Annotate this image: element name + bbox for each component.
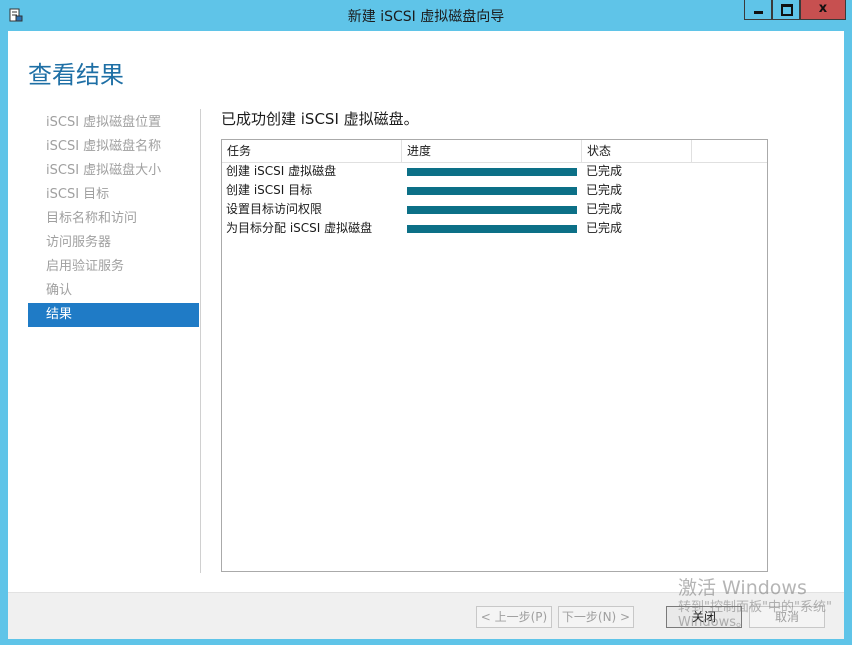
progress-fill [407,225,577,233]
column-header-status[interactable]: 状态 [582,140,692,162]
window-title: 新建 iSCSI 虚拟磁盘向导 [347,9,505,25]
step-target-name-access: 目标名称和访问 [46,211,138,226]
result-heading: 已成功创建 iSCSI 虚拟磁盘。 [221,110,419,128]
progress-bar [407,168,577,176]
task-cell: 创建 iSCSI 虚拟磁盘 [226,164,337,178]
results-table[interactable]: 任务 进度 状态 创建 iSCSI 虚拟磁盘 已完成 创建 iSCSI 目标 已… [221,139,768,572]
status-cell: 已完成 [586,221,623,235]
wizard-steps-nav: iSCSI 虚拟磁盘位置 iSCSI 虚拟磁盘名称 iSCSI 虚拟磁盘大小 i… [28,111,199,327]
table-row[interactable]: 为目标分配 iSCSI 虚拟磁盘 已完成 [222,219,767,238]
previous-button[interactable]: < 上一步(P) [476,606,552,628]
title-bar[interactable]: 新建 iSCSI 虚拟磁盘向导 x [0,0,852,30]
step-disk-size: iSCSI 虚拟磁盘大小 [46,163,162,178]
progress-bar [407,206,577,214]
status-cell: 已完成 [586,183,623,197]
progress-bar [407,187,577,195]
close-icon: x [818,1,828,16]
page-title: 查看结果 [28,61,124,89]
next-button[interactable]: 下一步(N) > [558,606,634,628]
column-header-task[interactable]: 任务 [222,140,402,162]
progress-fill [407,187,577,195]
step-enable-auth: 启用验证服务 [46,259,125,274]
step-access-servers: 访问服务器 [46,235,112,250]
step-disk-location: iSCSI 虚拟磁盘位置 [46,115,162,130]
table-row[interactable]: 创建 iSCSI 虚拟磁盘 已完成 [222,162,767,181]
nav-divider [200,109,201,573]
table-header: 任务 进度 状态 [222,140,767,163]
task-cell: 设置目标访问权限 [226,202,323,216]
minimize-button[interactable] [744,0,772,20]
status-cell: 已完成 [586,164,623,178]
progress-fill [407,168,577,176]
close-window-button[interactable]: x [800,0,846,20]
table-row[interactable]: 创建 iSCSI 目标 已完成 [222,181,767,200]
progress-bar [407,225,577,233]
step-iscsi-target: iSCSI 目标 [46,187,110,202]
table-row[interactable]: 设置目标访问权限 已完成 [222,200,767,219]
step-disk-name: iSCSI 虚拟磁盘名称 [46,139,162,154]
watermark-line2: 转到"控制面板"中的"系统" [678,600,832,615]
progress-fill [407,206,577,214]
step-results[interactable]: 结果 [28,303,199,327]
column-header-progress[interactable]: 进度 [402,140,582,162]
maximize-button[interactable] [772,0,800,20]
step-confirmation: 确认 [46,283,73,298]
task-cell: 创建 iSCSI 目标 [226,183,313,197]
activation-watermark: 激活 Windows 转到"控制面板"中的"系统" Windows。 [678,577,852,630]
watermark-line3: Windows。 [678,615,750,630]
status-cell: 已完成 [586,202,623,216]
wizard-client-area: 查看结果 iSCSI 虚拟磁盘位置 iSCSI 虚拟磁盘名称 iSCSI 虚拟磁… [8,31,844,639]
task-cell: 为目标分配 iSCSI 虚拟磁盘 [226,221,373,235]
watermark-title: 激活 Windows [678,577,807,599]
